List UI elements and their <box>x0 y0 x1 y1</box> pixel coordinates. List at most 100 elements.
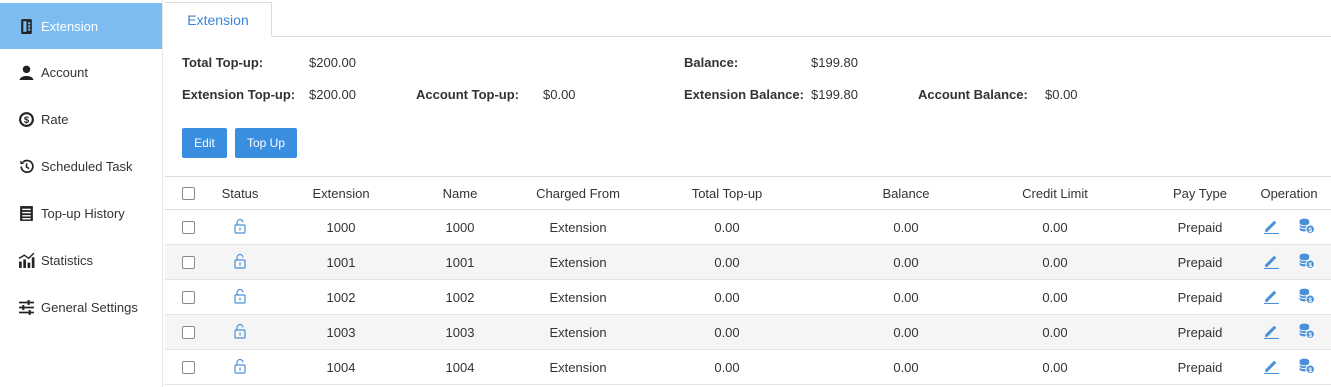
sidebar-item-general-settings[interactable]: General Settings <box>0 284 162 331</box>
top-up-coins-icon[interactable]: $ <box>1298 322 1315 342</box>
account-topup-label: Account Top-up: <box>416 87 520 102</box>
cell-credit-limit: 0.00 <box>1042 219 1068 235</box>
table-row: 1002 1002 Extension 0.00 0.00 0.00 Prepa… <box>165 280 1331 315</box>
account-topup-value: $0.00 <box>543 87 576 102</box>
edit-pencil-icon[interactable] <box>1263 252 1280 272</box>
unlock-icon[interactable] <box>232 253 248 272</box>
unlock-icon[interactable] <box>232 323 248 342</box>
cell-total-topup: 0.00 <box>714 254 740 270</box>
sidebar-item-label: Extension <box>41 18 99 34</box>
sidebar-item-topup-history[interactable]: Top-up History <box>0 190 162 237</box>
main-content: Extension Total Top-up: $200.00 Balance:… <box>165 0 1331 387</box>
tab-bar: Extension <box>165 2 1331 37</box>
balance-value: $199.80 <box>811 55 858 70</box>
tab-extension[interactable]: Extension <box>165 2 272 37</box>
header-pay-type[interactable]: Pay Type <box>1140 177 1260 209</box>
svg-text:$: $ <box>23 115 29 126</box>
svg-text:$: $ <box>1308 367 1312 374</box>
top-up-coins-icon[interactable]: $ <box>1298 287 1315 307</box>
top-up-coins-icon[interactable]: $ <box>1298 217 1315 237</box>
cell-extension: 1004 <box>326 359 356 375</box>
account-balance-value: $0.00 <box>1045 87 1078 102</box>
row-checkbox[interactable] <box>181 360 195 374</box>
dollar-circle-icon: $ <box>17 111 35 129</box>
cell-charged-from: Extension <box>549 324 607 340</box>
header-name[interactable]: Name <box>410 177 510 209</box>
extension-balance-value: $199.80 <box>811 87 858 102</box>
svg-text:$: $ <box>1308 297 1312 304</box>
cell-total-topup: 0.00 <box>714 359 740 375</box>
sliders-icon <box>17 299 35 317</box>
cell-credit-limit: 0.00 <box>1042 359 1068 375</box>
sidebar-item-label: Top-up History <box>41 206 125 221</box>
cell-charged-from: Extension <box>549 359 607 375</box>
header-balance[interactable]: Balance <box>846 177 966 209</box>
header-status[interactable]: Status <box>205 177 275 209</box>
cell-pay-type: Prepaid <box>1177 359 1223 375</box>
row-checkbox[interactable] <box>181 290 195 304</box>
edit-pencil-icon[interactable] <box>1263 287 1280 307</box>
top-up-coins-icon[interactable]: $ <box>1298 252 1315 272</box>
cell-pay-type: Prepaid <box>1177 324 1223 340</box>
table-row: 1004 1004 Extension 0.00 0.00 0.00 Prepa… <box>165 350 1331 385</box>
cell-pay-type: Prepaid <box>1177 254 1223 270</box>
sidebar-item-rate[interactable]: $ Rate <box>0 96 162 143</box>
chart-icon <box>17 252 35 270</box>
list-icon <box>17 205 35 223</box>
phone-book-icon <box>17 17 35 35</box>
table-row: 1000 1000 Extension 0.00 0.00 0.00 Prepa… <box>165 210 1331 245</box>
edit-pencil-icon[interactable] <box>1263 357 1280 377</box>
unlock-icon[interactable] <box>232 218 248 237</box>
edit-pencil-icon[interactable] <box>1263 322 1280 342</box>
cell-total-topup: 0.00 <box>714 324 740 340</box>
table-row: 1001 1001 Extension 0.00 0.00 0.00 Prepa… <box>165 245 1331 280</box>
sidebar-item-label: Statistics <box>41 253 94 268</box>
table-row: 1003 1003 Extension 0.00 0.00 0.00 Prepa… <box>165 315 1331 350</box>
header-total-topup[interactable]: Total Top-up <box>667 177 787 209</box>
extension-topup-value: $200.00 <box>309 87 356 102</box>
sidebar-item-label: Rate <box>41 112 69 127</box>
cell-charged-from: Extension <box>549 254 607 270</box>
cell-credit-limit: 0.00 <box>1042 289 1068 305</box>
sidebar-item-label: Scheduled Task <box>41 159 133 174</box>
cell-balance: 0.00 <box>893 359 919 375</box>
sidebar-item-account[interactable]: Account <box>0 49 162 96</box>
cell-balance: 0.00 <box>893 324 919 340</box>
cell-name: 1002 <box>445 289 475 305</box>
sidebar-item-scheduled-task[interactable]: Scheduled Task <box>0 143 162 190</box>
cell-extension: 1003 <box>326 324 356 340</box>
header-extension[interactable]: Extension <box>291 177 391 209</box>
cell-pay-type: Prepaid <box>1177 219 1223 235</box>
sidebar-item-label: Account <box>41 65 88 80</box>
edit-button[interactable]: Edit <box>182 128 227 158</box>
cell-credit-limit: 0.00 <box>1042 324 1068 340</box>
total-topup-label: Total Top-up: <box>182 55 264 70</box>
edit-pencil-icon[interactable] <box>1263 217 1280 237</box>
table-header: Status Extension Name Charged From Total… <box>165 176 1331 210</box>
sidebar-item-statistics[interactable]: Statistics <box>0 237 162 284</box>
row-checkbox[interactable] <box>181 255 195 269</box>
user-icon <box>17 64 35 82</box>
header-credit-limit[interactable]: Credit Limit <box>995 177 1115 209</box>
cell-charged-from: Extension <box>549 289 607 305</box>
row-checkbox[interactable] <box>181 325 195 339</box>
svg-text:$: $ <box>1308 332 1312 339</box>
unlock-icon[interactable] <box>232 358 248 377</box>
top-up-coins-icon[interactable]: $ <box>1298 357 1315 377</box>
cell-name: 1004 <box>445 359 475 375</box>
balance-label: Balance: <box>684 55 739 70</box>
select-all-checkbox[interactable] <box>181 186 195 200</box>
sidebar-item-extension[interactable]: Extension <box>0 3 162 49</box>
table-body: 1000 1000 Extension 0.00 0.00 0.00 Prepa… <box>165 210 1331 385</box>
header-operation: Operation <box>1260 185 1318 201</box>
cell-credit-limit: 0.00 <box>1042 254 1068 270</box>
cell-name: 1003 <box>445 324 475 340</box>
cell-extension: 1001 <box>326 254 356 270</box>
top-up-button[interactable]: Top Up <box>235 128 297 158</box>
cell-total-topup: 0.00 <box>714 289 740 305</box>
cell-charged-from: Extension <box>549 219 607 235</box>
header-charged-from[interactable]: Charged From <box>518 177 638 209</box>
row-checkbox[interactable] <box>181 220 195 234</box>
unlock-icon[interactable] <box>232 288 248 307</box>
cell-balance: 0.00 <box>893 219 919 235</box>
